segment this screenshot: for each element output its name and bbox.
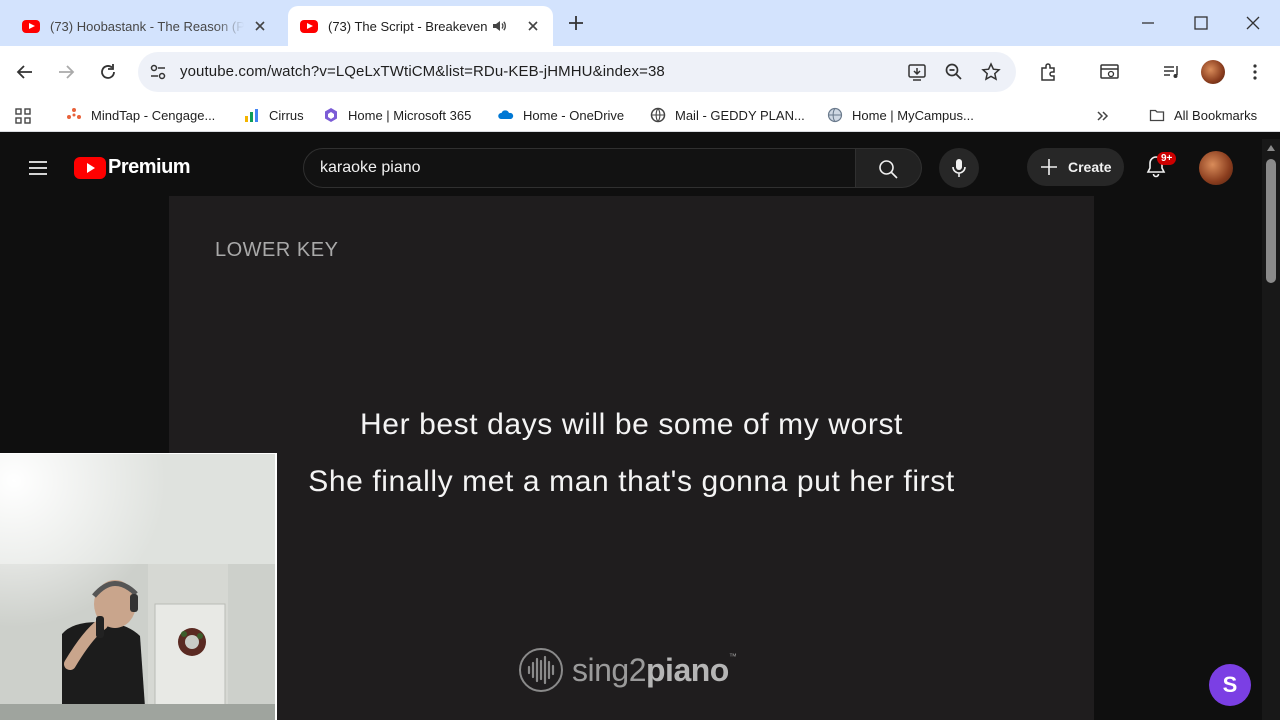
wreath: [178, 628, 206, 656]
bookmark-mail[interactable]: Mail - GEDDY PLAN...: [650, 105, 805, 125]
chart-icon: [245, 109, 258, 122]
webcam-overlay: [0, 453, 277, 720]
bookmark-label: Cirrus: [269, 107, 304, 123]
youtube-favicon-icon: [300, 19, 318, 33]
youtube-premium-logo[interactable]: Premium: [74, 156, 191, 179]
floating-extension-button[interactable]: S: [1209, 664, 1251, 706]
apps-grid-icon[interactable]: [14, 107, 32, 125]
bookmark-mindtap[interactable]: MindTap - Cengage...: [66, 105, 215, 125]
globe-icon: [827, 107, 843, 123]
youtube-favicon-icon: [22, 19, 40, 33]
bookmark-cirrus[interactable]: Cirrus: [244, 105, 304, 125]
back-arrow-icon[interactable]: [14, 61, 36, 83]
more-bookmarks-chevron-icon[interactable]: [1094, 107, 1112, 125]
brand-text: sing2piano™: [572, 651, 737, 688]
microphone-icon: [952, 159, 966, 177]
bookmark-star-icon[interactable]: [980, 61, 1002, 83]
hamburger-menu-icon[interactable]: [26, 156, 50, 180]
scroll-up-arrow-icon[interactable]: [1266, 144, 1276, 152]
bookmark-label: MindTap - Cengage...: [91, 107, 216, 123]
zoom-icon[interactable]: [943, 61, 965, 83]
browser-tab-strip: (73) Hoobastank - The Reason (Piano Kara…: [0, 0, 1280, 46]
plus-icon: [1041, 159, 1057, 175]
speaker-audio-icon[interactable]: [491, 18, 507, 34]
bookmark-label: Mail - GEDDY PLAN...: [675, 107, 805, 123]
create-button[interactable]: Create: [1027, 148, 1124, 186]
all-bookmarks-button[interactable]: All Bookmarks: [1149, 105, 1257, 125]
bookmark-label: Home | Microsoft 365: [348, 107, 472, 123]
scrollbar-thumb[interactable]: [1266, 159, 1276, 283]
tab-title: (73) The Script - Breakeven (Piano Karao…: [328, 18, 487, 34]
minimize-icon[interactable]: [1137, 12, 1159, 34]
browser-toolbar: youtube.com/watch?v=LQeLxTWtiCM&list=RDu…: [0, 46, 1280, 98]
extensions-puzzle-icon[interactable]: [1038, 61, 1060, 83]
close-tab-icon[interactable]: [525, 18, 541, 34]
youtube-header: Premium karaoke piano Create 9+: [0, 139, 1262, 196]
install-app-icon[interactable]: [906, 61, 928, 83]
forward-arrow-icon[interactable]: [55, 61, 77, 83]
search-query: karaoke piano: [320, 159, 421, 176]
voice-search-button[interactable]: [939, 148, 979, 188]
search-button[interactable]: [856, 148, 922, 188]
bookmark-label: Home | MyCampus...: [852, 107, 974, 123]
bookmark-microsoft365[interactable]: Home | Microsoft 365: [323, 105, 471, 125]
lyric-line-2: She finally met a man that's gonna put h…: [308, 465, 955, 498]
site-settings-icon[interactable]: [148, 62, 168, 82]
premium-label: Premium: [108, 156, 191, 178]
search-input[interactable]: karaoke piano: [303, 148, 856, 188]
avatar[interactable]: [1199, 151, 1233, 185]
maximize-icon[interactable]: [1190, 12, 1212, 34]
sing2piano-logo-icon: [519, 648, 563, 692]
close-window-icon[interactable]: [1242, 12, 1264, 34]
new-tab-plus-icon[interactable]: [566, 13, 586, 33]
bookmark-onedrive[interactable]: Home - OneDrive: [498, 105, 624, 125]
notification-badge: 9+: [1157, 152, 1177, 165]
reload-icon[interactable]: [97, 61, 119, 83]
key-label: LOWER KEY: [215, 239, 339, 261]
bookmark-mycampus[interactable]: Home | MyCampus...: [827, 105, 974, 125]
media-controls-icon[interactable]: [1161, 61, 1183, 83]
sing2piano-watermark: sing2piano™: [518, 648, 737, 692]
page-scrollbar[interactable]: [1262, 139, 1280, 720]
url-text: youtube.com/watch?v=LQeLxTWtiCM&list=RDu…: [180, 63, 665, 80]
close-tab-icon[interactable]: [252, 18, 268, 34]
video-player[interactable]: LOWER KEY Her best days will be some of …: [169, 196, 1094, 720]
folder-icon: [1149, 109, 1165, 122]
tab-title: (73) Hoobastank - The Reason (Piano Kara…: [50, 18, 244, 34]
mindtap-icon: [67, 108, 81, 119]
webcam-feed-image: [0, 454, 275, 720]
youtube-logo-icon: [74, 156, 106, 179]
all-bookmarks-label: All Bookmarks: [1174, 107, 1258, 123]
address-bar[interactable]: youtube.com/watch?v=LQeLxTWtiCM&list=RDu…: [138, 52, 1016, 92]
globe-icon: [650, 107, 666, 123]
create-label: Create: [1068, 159, 1112, 175]
bookmark-label: Home - OneDrive: [523, 107, 625, 123]
tab-the-script[interactable]: (73) The Script - Breakeven (Piano Karao…: [288, 6, 553, 46]
profile-avatar[interactable]: [1201, 60, 1225, 84]
onedrive-icon: [498, 110, 514, 119]
tab-hoobastank[interactable]: (73) Hoobastank - The Reason (Piano Kara…: [10, 6, 280, 46]
search-icon: [879, 160, 898, 179]
bookmarks-bar: MindTap - Cengage... Cirrus Home | Micro…: [0, 98, 1280, 132]
microsoft365-icon: [325, 108, 337, 122]
menu-kebab-icon[interactable]: [1244, 61, 1266, 83]
lyric-line-1: Her best days will be some of my worst: [360, 408, 903, 441]
tab-search-icon[interactable]: [1099, 61, 1121, 83]
